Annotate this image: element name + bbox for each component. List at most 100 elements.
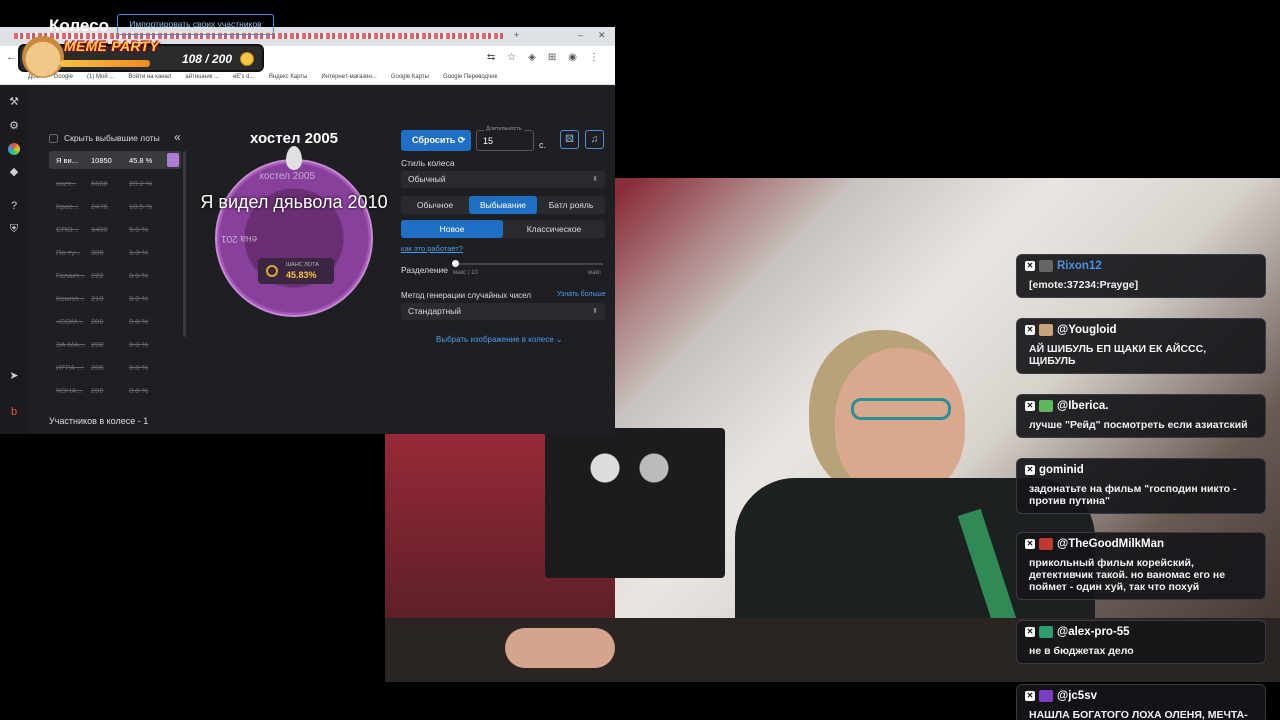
extensions-icon[interactable]: ⊞ [548, 52, 556, 63]
stream-canvas: ✕ Rixon12 [emote:37234:Prayge] ✕ @Yougloid… [0, 0, 1280, 720]
lot-percent: 0.9 % [129, 271, 149, 280]
dice-button[interactable]: ⚄ [560, 130, 579, 149]
wheel-ghost-label: хостел 2005 [259, 171, 316, 182]
list-item[interactable]: По ту... 300 1.3 % [49, 243, 181, 261]
list-item[interactable]: СПО... 1400 5.9 % [49, 220, 181, 238]
lot-amount: 210 [91, 294, 104, 303]
winner-title: хостел 2005 [249, 130, 339, 147]
close-icon: ✕ [1025, 691, 1035, 701]
tab-normal[interactable]: Обычное [401, 196, 469, 214]
chat-message: ✕ @Yougloid АЙ ШИБУЛЬ ЕП ЩАКИ ЕК АЙССС, Щ… [1016, 318, 1266, 374]
rng-value: Стандартный [408, 306, 462, 316]
chat-text: прикольный фильм корейский, детективчик … [1029, 557, 1226, 593]
minimize-icon[interactable]: – [578, 30, 583, 40]
bookmark[interactable]: айтишник ... [185, 74, 219, 80]
boosty-icon[interactable]: b [8, 406, 20, 418]
profile-icon[interactable]: ◉ [568, 52, 577, 63]
menu-icon[interactable]: ⋮ [589, 52, 599, 63]
lot-name: Галакт... [56, 271, 85, 280]
trash-icon[interactable] [167, 153, 179, 167]
import-participants-button[interactable]: Импортировать своих участников [117, 14, 274, 35]
list-item[interactable]: Я ви... 10850 45.8 % [49, 151, 181, 169]
lot-name: КОНА... [56, 386, 83, 395]
bookmark[interactable]: Войти на канал [128, 74, 171, 80]
bookmark[interactable]: Google Карты [391, 74, 429, 80]
chance-value: 45.83% [286, 270, 317, 280]
lot-amount: 2476 [91, 202, 108, 211]
chat-text: лучше "Рейд" посмотреть если азиатский [1029, 419, 1248, 431]
close-icon[interactable]: ✕ [598, 30, 606, 41]
music-button[interactable]: ♫ [585, 130, 604, 149]
chat-username: @alex-pro-55 [1057, 626, 1130, 638]
rng-select[interactable]: Стандартный ⬍ [401, 303, 605, 320]
layers-icon[interactable]: ◆ [8, 166, 20, 178]
collapse-icon[interactable]: « [174, 130, 181, 144]
lot-percent: 0.8 % [129, 363, 149, 372]
learn-more-link[interactable]: Узнать больше [557, 291, 606, 298]
shield-icon[interactable]: ◈ [528, 52, 536, 63]
pick-image-link[interactable]: Выбрать изображение в колесе ⌄ [436, 335, 563, 344]
bookmark[interactable]: еЕ's d... [233, 74, 255, 80]
new-tab-icon[interactable]: + [514, 30, 519, 40]
bookmark[interactable]: Интернет-магазин... [321, 74, 376, 80]
chance-badge: ШАНС ЛОТА 45.83% [258, 258, 334, 284]
lot-name: хост... [56, 179, 77, 188]
bookmark[interactable]: Google Переводчик [443, 74, 497, 80]
lot-amount: 10850 [91, 156, 112, 165]
slider-min-label: макс / 10 [453, 270, 478, 276]
list-item[interactable]: Компл... 210 0.9 % [49, 289, 181, 307]
bookmark[interactable]: (1) Мой ... [87, 74, 114, 80]
list-item[interactable]: КОНА... 200 0.8 % [49, 381, 181, 399]
close-icon: ✕ [1025, 401, 1035, 411]
wheel-icon[interactable] [8, 143, 20, 155]
tab-new[interactable]: Новое [401, 220, 503, 238]
list-item[interactable]: Галакт... 222 0.9 % [49, 266, 181, 284]
translate-icon[interactable]: ⇆ [487, 52, 495, 63]
wheel-style-select[interactable]: Обычный ⬍ [401, 171, 605, 188]
duration-label: Длительность [484, 126, 524, 132]
lot-percent: 0.8 % [129, 386, 149, 395]
back-icon[interactable]: ← [6, 51, 17, 63]
wheel-selected-label: Я видел дяьвола 2010 [200, 192, 388, 212]
bookmark[interactable]: Яндекс Карты [268, 74, 307, 80]
wheel-ghost-label: ена 201 [221, 233, 258, 244]
telegram-icon[interactable]: ➤ [8, 370, 20, 382]
separation-slider[interactable] [452, 260, 603, 267]
lot-percent: 1.3 % [129, 248, 149, 257]
list-item[interactable]: ИГРА-... 200 0.8 % [49, 358, 181, 376]
lot-amount: 200 [91, 386, 104, 395]
chat-text: НАШЛА БОГАТОГО ЛОХА ОЛЕНЯ, МЕЧТА- [1029, 709, 1248, 720]
help-icon[interactable]: ? [8, 200, 20, 212]
bookmark[interactable]: Google [54, 74, 73, 80]
checkbox[interactable] [49, 133, 58, 143]
gear-icon[interactable]: ⚙ [8, 120, 20, 132]
hide-eliminated-toggle[interactable]: Скрыть выбывшие лоты [49, 133, 160, 143]
slider-handle[interactable] [452, 260, 459, 267]
scrollbar[interactable] [183, 151, 186, 337]
avatar [1039, 260, 1053, 272]
chance-label: ШАНС ЛОТА [286, 262, 319, 268]
list-item[interactable]: ЗА МА... 200 0.8 % [49, 335, 181, 353]
star-icon[interactable]: ☆ [507, 52, 516, 63]
shield-check-icon[interactable]: ⛨ [8, 223, 20, 235]
list-item[interactable]: «БОМ... 200 0.8 % [49, 312, 181, 330]
rng-label: Метод генерации случайных чисел [401, 291, 532, 300]
tab-elimination[interactable]: Выбывание [469, 196, 537, 214]
reset-button[interactable]: Сбросить ⟳ [401, 130, 471, 151]
tab-battle-royale[interactable]: Батл рояль [537, 196, 605, 214]
doge-icon [22, 36, 64, 78]
meme-party-overlay: MEME PARTY 108 / 200 [18, 36, 264, 78]
lot-name: СПО... [56, 225, 79, 234]
how-it-works-link[interactable]: как это работает? [401, 244, 463, 253]
music-icon: ♫ [590, 134, 599, 145]
lot-amount: 200 [91, 317, 104, 326]
list-item[interactable]: Крас... 2476 10.5 % [49, 197, 181, 215]
duration-value: 15 [483, 136, 494, 146]
tab-classic[interactable]: Классическое [503, 220, 605, 238]
wheel-pointer-icon [286, 146, 302, 170]
chat-message: ✕ gominid задонатьте на фильм "господин н… [1016, 458, 1266, 514]
wheel[interactable]: хостел 2005 ена 201 [215, 159, 373, 317]
meme-party-logo: MEME PARTY [64, 38, 160, 54]
list-item[interactable]: хост... 6666 28.2 % [49, 174, 181, 192]
gavel-icon[interactable]: ⚒ [8, 96, 20, 108]
